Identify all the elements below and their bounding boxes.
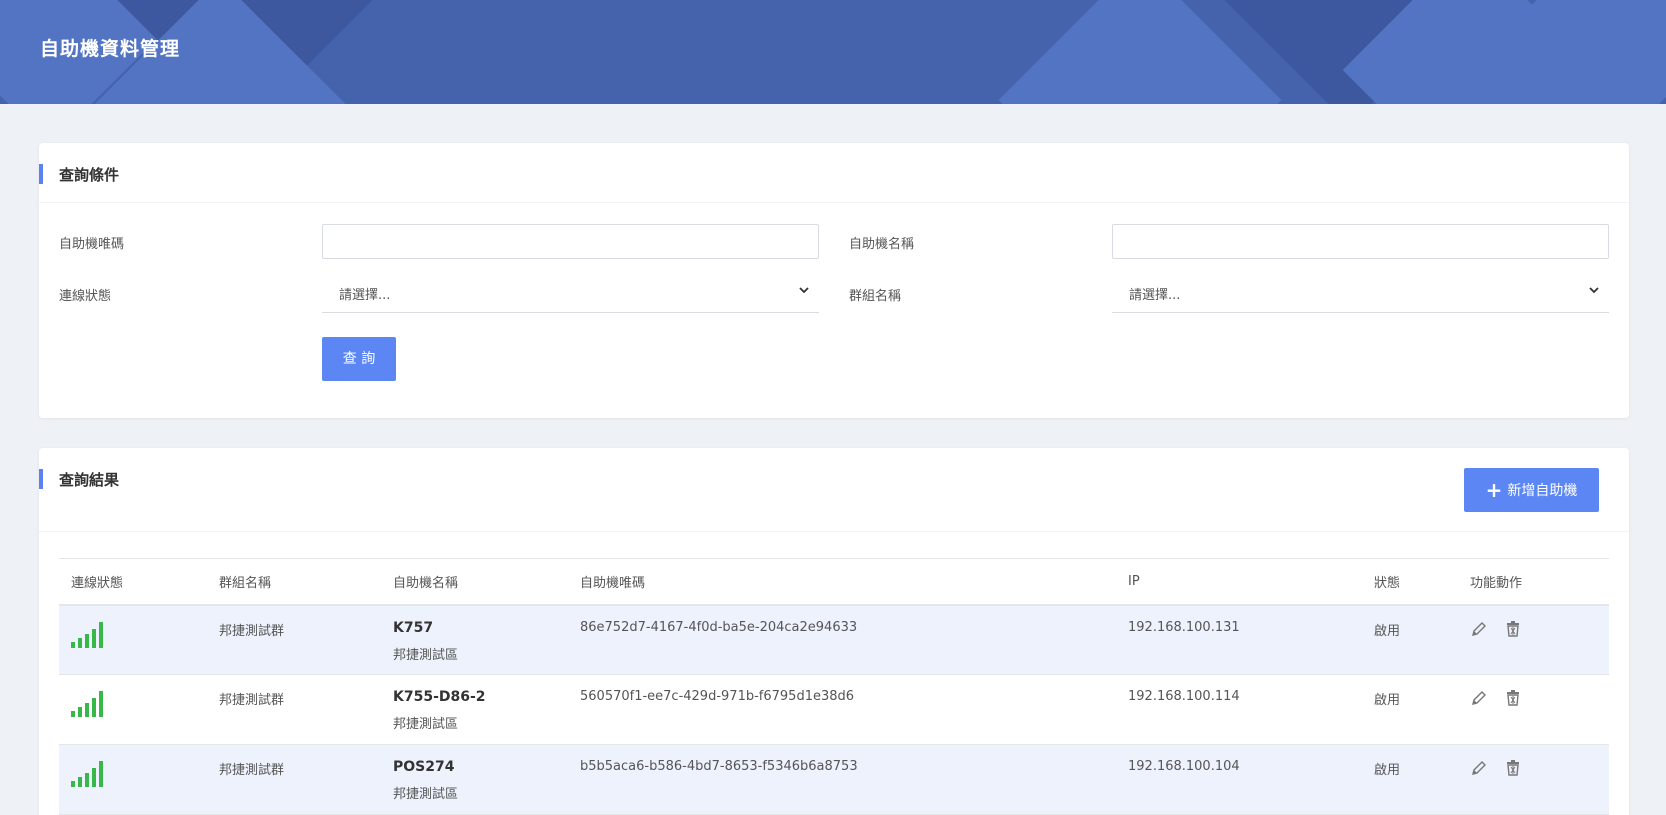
signal-icon	[71, 759, 103, 787]
kiosk-name: K757	[393, 619, 434, 636]
section-accent-bar	[39, 164, 43, 184]
signal-icon	[71, 620, 103, 648]
add-kiosk-button[interactable]: + 新增自助機	[1464, 468, 1599, 512]
result-panel-header: 查詢結果 + 新增自助機	[39, 448, 1629, 532]
results-table: 連線狀態 群組名稱 自助機名稱 自助機唯碼 IP 狀態 功能動作 邦捷測試群 K…	[59, 558, 1609, 815]
kiosk-name: K755-D86-2	[393, 689, 486, 705]
ip-cell: 192.168.100.114	[1116, 674, 1362, 745]
connection-status-value: 請選擇...	[339, 288, 391, 303]
ip-cell: 192.168.100.131	[1116, 604, 1362, 675]
column-header: 功能動作	[1458, 558, 1609, 606]
status-cell: 啟用	[1362, 744, 1458, 815]
status-cell: 啟用	[1362, 604, 1458, 675]
chevron-down-icon	[1589, 287, 1599, 294]
kiosk-name-label: 自助機名稱	[849, 237, 915, 252]
table-row: 邦捷測試群 K757 邦捷測試區 86e752d7-4167-4f0d-ba5e-…	[59, 604, 1609, 675]
connection-status-label: 連線狀態	[59, 289, 112, 304]
kiosk-name-input[interactable]	[1112, 224, 1609, 259]
query-panel: 查詢條件 自助機唯碼 自助機名稱 連線狀態 請選擇... 群組名稱 請選擇...…	[39, 143, 1629, 418]
table-row: 邦捷測試群 POS274 邦捷測試區 b5b5aca6-b586-4bd7-865…	[59, 744, 1609, 815]
column-header[interactable]: 狀態	[1362, 558, 1458, 606]
group-name-value: 請選擇...	[1129, 288, 1181, 303]
kiosk-code-input[interactable]	[322, 224, 819, 259]
group-name-label: 群組名稱	[849, 289, 902, 304]
kiosk-code-cell: 560570f1-ee7c-429d-971b-f6795d1e38d6	[568, 674, 1116, 745]
column-header[interactable]: IP	[1116, 558, 1362, 606]
trash-icon[interactable]	[1504, 689, 1522, 707]
kiosk-area: 邦捷測試區	[393, 787, 459, 802]
section-accent-bar	[39, 469, 43, 489]
query-panel-header: 查詢條件	[39, 143, 1629, 203]
kiosk-code-cell: b5b5aca6-b586-4bd7-8653-f5346b6a8753	[568, 744, 1116, 815]
chevron-down-icon	[799, 287, 809, 294]
pencil-icon[interactable]	[1470, 759, 1488, 777]
column-header[interactable]: 群組名稱	[207, 558, 381, 606]
plus-icon: +	[1485, 478, 1503, 502]
connection-status-select[interactable]: 請選擇...	[322, 271, 819, 313]
group-name-select[interactable]: 請選擇...	[1112, 271, 1609, 313]
ip-cell: 192.168.100.104	[1116, 744, 1362, 815]
search-button[interactable]: 查 詢	[322, 337, 396, 381]
add-kiosk-label: 新增自助機	[1507, 483, 1578, 499]
table-row: 邦捷測試群 K755-D86-2 邦捷測試區 560570f1-ee7c-429d…	[59, 674, 1609, 745]
result-panel-title: 查詢結果	[59, 471, 120, 489]
trash-icon[interactable]	[1504, 759, 1522, 777]
pencil-icon[interactable]	[1470, 620, 1488, 638]
group-cell: 邦捷測試群	[207, 674, 381, 745]
signal-icon	[71, 689, 103, 717]
kiosk-area: 邦捷測試區	[393, 647, 459, 663]
trash-icon[interactable]	[1504, 620, 1522, 638]
query-panel-title: 查詢條件	[59, 166, 120, 184]
kiosk-code-label: 自助機唯碼	[59, 237, 125, 252]
banner-decoration	[998, 0, 1282, 104]
kiosk-name: POS274	[393, 759, 455, 775]
group-cell: 邦捷測試群	[207, 744, 381, 815]
column-header[interactable]: 連線狀態	[59, 558, 207, 606]
page-title: 自助機資料管理	[40, 38, 181, 60]
column-header[interactable]: 自助機唯碼	[568, 558, 1116, 606]
header-banner: 自助機資料管理	[0, 0, 1666, 104]
table-header-row: 連線狀態 群組名稱 自助機名稱 自助機唯碼 IP 狀態 功能動作	[59, 558, 1609, 606]
status-cell: 啟用	[1362, 674, 1458, 745]
group-cell: 邦捷測試群	[207, 604, 381, 675]
pencil-icon[interactable]	[1470, 689, 1488, 707]
kiosk-code-cell: 86e752d7-4167-4f0d-ba5e-204ca2e94633	[568, 604, 1116, 675]
result-panel: 查詢結果 + 新增自助機 連線狀態 群組名稱 自助機名稱 自助機唯碼 IP 狀態…	[39, 448, 1629, 815]
column-header[interactable]: 自助機名稱	[381, 558, 568, 606]
kiosk-area: 邦捷測試區	[393, 717, 459, 732]
